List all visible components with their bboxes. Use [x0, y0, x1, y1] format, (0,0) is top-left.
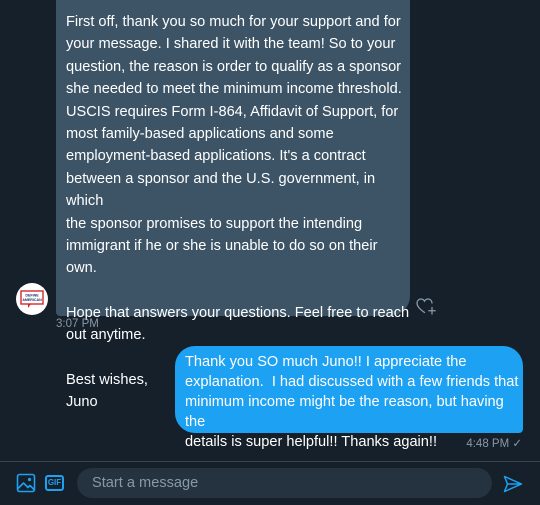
message-composer: GIF — [0, 462, 540, 505]
outgoing-timestamp: 4:48 PM ✓ — [466, 438, 522, 450]
avatar-logo-line-1: DEFINE — [25, 294, 39, 298]
avatar-logo-line-2: AMERICAN — [22, 298, 42, 302]
outgoing-message-bubble: Thank you SO much Juno!! I appreciate th… — [175, 346, 523, 450]
avatar[interactable]: DEFINE AMERICAN — [16, 283, 48, 315]
incoming-message-paragraph: First off, thank you so much for your su… — [66, 14, 402, 277]
incoming-message-bubble: First off, thank you so much for your su… — [56, 0, 410, 410]
incoming-timestamp: 3:07 PM — [56, 318, 99, 330]
heart-add-icon[interactable] — [415, 296, 437, 316]
gif-button[interactable]: GIF — [45, 475, 64, 491]
send-icon[interactable] — [503, 475, 523, 493]
incoming-message-paragraph: Hope that answers your questions. Feel f… — [66, 304, 410, 344]
define-american-logo: DEFINE AMERICAN — [20, 290, 44, 308]
image-icon[interactable] — [16, 473, 36, 493]
message-input[interactable] — [77, 468, 492, 498]
